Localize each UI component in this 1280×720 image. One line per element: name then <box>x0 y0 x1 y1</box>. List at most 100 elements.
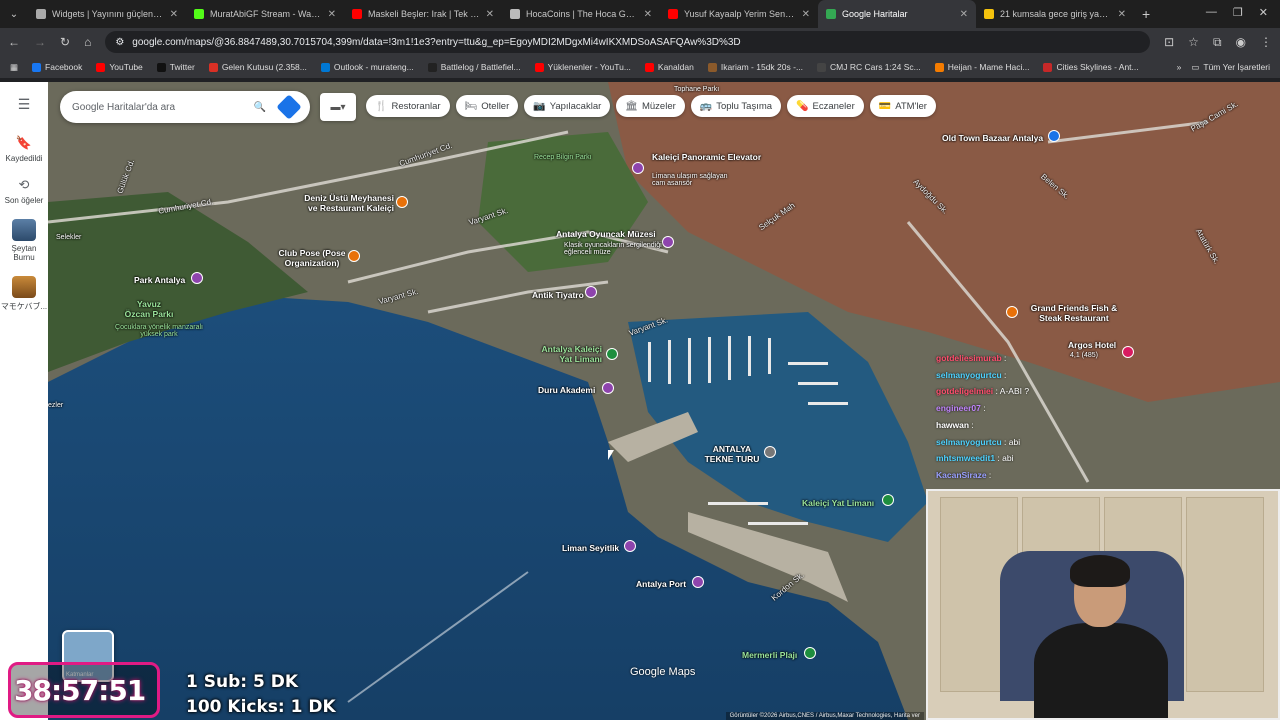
browser-tab[interactable]: Widgets | Yayınını güçlendirmek ✕ <box>28 0 186 28</box>
poi-grand-friends[interactable] <box>1006 306 1018 318</box>
browser-tab[interactable]: MuratAbiGF Stream - Watch Li... ✕ <box>186 0 344 28</box>
reload-icon[interactable]: ↻ <box>60 35 70 49</box>
poi-argos-hotel[interactable] <box>1122 346 1134 358</box>
place-label[interactable]: Club Pose (Pose Organization) <box>274 248 350 268</box>
place-label[interactable]: Antalya Kaleiçi Yat Limanı <box>536 344 602 364</box>
bookmark-item[interactable]: Battlelog / Battlefiel... <box>427 62 521 72</box>
back-icon[interactable]: ← <box>8 35 20 49</box>
place-label[interactable]: Old Town Bazaar Antalya <box>942 133 1043 143</box>
bookmark-item[interactable]: Outlook - murateng... <box>320 62 414 72</box>
poi-kaleici-elevator[interactable] <box>632 162 644 174</box>
profile-icon[interactable]: ◉ <box>1236 35 1246 50</box>
close-tab-icon[interactable]: ✕ <box>328 9 336 20</box>
bookmark-item[interactable]: Yüklenenler - YouTu... <box>534 62 631 72</box>
place-label[interactable]: Antalya Oyuncak Müzesi <box>556 229 656 239</box>
maximize-icon[interactable]: ❐ <box>1233 6 1243 19</box>
place-label[interactable]: Antalya Port <box>636 579 686 589</box>
search-icon[interactable]: 🔍 <box>254 102 266 113</box>
place-label[interactable]: Tophane Parkı <box>674 86 719 93</box>
place-label[interactable]: ANTALYA TEKNE TURU <box>704 444 760 464</box>
category-chip[interactable]: 🚌 Toplu Taşıma <box>690 95 782 117</box>
poi-liman-seyitlik[interactable] <box>624 540 636 552</box>
poi-park-antalya[interactable] <box>191 272 203 284</box>
rail-place-seytan[interactable]: Şeytan Burnu <box>0 219 48 262</box>
bookmark-item[interactable]: Cities Skylines - Ant... <box>1043 62 1139 72</box>
poi-tekne-turu[interactable] <box>764 446 776 458</box>
browser-tab[interactable]: Maskeli Beşler: Irak | Tek Parça ✕ <box>344 0 502 28</box>
browser-tab[interactable]: 21 kumsala gece giriş yasakı Ce ✕ <box>976 0 1134 28</box>
category-chip[interactable]: 🍴 Restoranlar <box>366 95 450 117</box>
bookmark-icon: 🔖 <box>15 135 33 150</box>
poi-old-town-bazaar[interactable] <box>1048 130 1060 142</box>
new-tab-button[interactable]: + <box>1142 6 1150 22</box>
category-chip[interactable]: 💳 ATM'ler <box>869 95 936 117</box>
bookmark-star-icon[interactable]: ☆ <box>1188 35 1199 50</box>
rail-recent[interactable]: ⟲ Son öğeler <box>5 177 44 205</box>
category-chip[interactable]: 🛏 Oteller <box>455 95 519 117</box>
bookmark-item[interactable]: Twitter <box>156 62 195 72</box>
close-tab-icon[interactable]: ✕ <box>644 9 652 20</box>
forward-icon[interactable]: → <box>34 35 46 49</box>
minimize-icon[interactable]: — <box>1206 6 1217 19</box>
bookmark-item[interactable]: Facebook <box>32 62 82 72</box>
rail-place-kebab[interactable]: マモケバブ... <box>1 276 47 312</box>
browser-tab[interactable]: Google Haritalar ✕ <box>818 0 976 28</box>
apps-icon[interactable]: ▦ <box>10 62 18 73</box>
rail-saved[interactable]: 🔖 Kaydedildi <box>6 135 43 163</box>
bookmark-item[interactable]: Gelen Kutusu (2.358... <box>208 62 307 72</box>
place-label[interactable]: Liman Seyitlik <box>562 543 619 553</box>
hamburger-menu-icon[interactable]: ☰ <box>18 96 31 113</box>
site-info-icon[interactable]: ⚙ <box>115 37 124 48</box>
place-label[interactable]: Kaleiçi Yat Limanı <box>802 498 874 508</box>
address-bar[interactable]: ⚙ google.com/maps/@36.8847489,30.7015704… <box>105 31 1151 53</box>
bookmark-item[interactable]: Kanaldan <box>644 62 694 72</box>
extensions-icon[interactable]: ⧉ <box>1213 35 1222 50</box>
close-tab-icon[interactable]: ✕ <box>802 9 810 20</box>
install-icon[interactable]: ⊡ <box>1164 35 1174 50</box>
place-label[interactable]: Mermerli Plajı <box>742 650 797 660</box>
place-label[interactable]: Duru Akademi <box>538 385 595 395</box>
place-label[interactable]: Deniz Üstü Meyhanesi ve Restaurant Kalei… <box>298 193 394 213</box>
close-window-icon[interactable]: ✕ <box>1259 6 1268 19</box>
place-label[interactable]: Recep Bilgin Parkı <box>534 154 594 161</box>
maps-search-box[interactable]: Google Haritalar'da ara 🔍 <box>60 91 310 123</box>
bookmark-item[interactable]: Ikariam - 15dk 20s -... <box>707 62 803 72</box>
bookmark-item[interactable]: CMJ RC Cars 1:24 Sc... <box>817 62 921 72</box>
tab-search-icon[interactable]: ⌄ <box>0 9 28 20</box>
category-chip[interactable]: 📷 Yapılacaklar <box>524 95 611 117</box>
menu-icon[interactable]: ⋮ <box>1260 35 1272 50</box>
poi-kaleici-yat[interactable] <box>882 494 894 506</box>
browser-tab[interactable]: Yusuf Kayaalp Yerim Seni (Al Cl ✕ <box>660 0 818 28</box>
maps-sidebar: ☰ 🔖 Kaydedildi ⟲ Son öğeler Şeytan Burnu… <box>0 82 48 720</box>
poi-yat-limani[interactable] <box>606 348 618 360</box>
poi-deniz[interactable] <box>396 196 408 208</box>
place-label[interactable]: Park Antalya <box>134 275 185 285</box>
category-chip[interactable]: 🏛 Müzeler <box>616 95 685 117</box>
place-label[interactable]: Selekler <box>56 234 81 241</box>
poi-antalya-port[interactable] <box>692 576 704 588</box>
satellite-map[interactable]: Google Haritalar'da ara 🔍 ▬▾ 🍴 Restoranla… <box>48 82 1280 720</box>
poi-mermerli[interactable] <box>804 647 816 659</box>
layer-toggle-button[interactable]: ▬▾ <box>320 93 356 121</box>
close-tab-icon[interactable]: ✕ <box>960 9 968 20</box>
place-label[interactable]: Antik Tiyatro <box>532 290 584 300</box>
place-label[interactable]: Argos Hotel <box>1068 340 1116 350</box>
browser-tab[interactable]: HocaCoins | The Hoca Games ✕ <box>502 0 660 28</box>
place-label[interactable]: ezler <box>48 402 63 409</box>
poi-antik-tiyatro[interactable] <box>585 286 597 298</box>
bookmark-item[interactable]: Heijan - Mame Haci... <box>934 62 1029 72</box>
category-chip[interactable]: 💊 Eczaneler <box>787 95 864 117</box>
place-label[interactable]: Yavuz Özcan Parkı <box>124 299 174 319</box>
poi-duru[interactable] <box>602 382 614 394</box>
close-tab-icon[interactable]: ✕ <box>486 9 494 20</box>
place-label[interactable]: Kaleiçi Panoramic Elevator <box>652 152 762 162</box>
close-tab-icon[interactable]: ✕ <box>170 9 178 20</box>
close-tab-icon[interactable]: ✕ <box>1118 9 1126 20</box>
bookmark-item[interactable]: YouTube <box>96 62 143 72</box>
home-icon[interactable]: ⌂ <box>84 35 91 49</box>
search-input[interactable]: Google Haritalar'da ara <box>72 102 254 113</box>
directions-icon[interactable] <box>276 94 302 120</box>
all-bookmarks[interactable]: ▭ Tüm Yer İşaretleri <box>1191 62 1270 73</box>
chevron-right-icon[interactable]: » <box>1177 62 1182 72</box>
place-label[interactable]: Grand Friends Fish & Steak Restaurant <box>1024 303 1124 323</box>
